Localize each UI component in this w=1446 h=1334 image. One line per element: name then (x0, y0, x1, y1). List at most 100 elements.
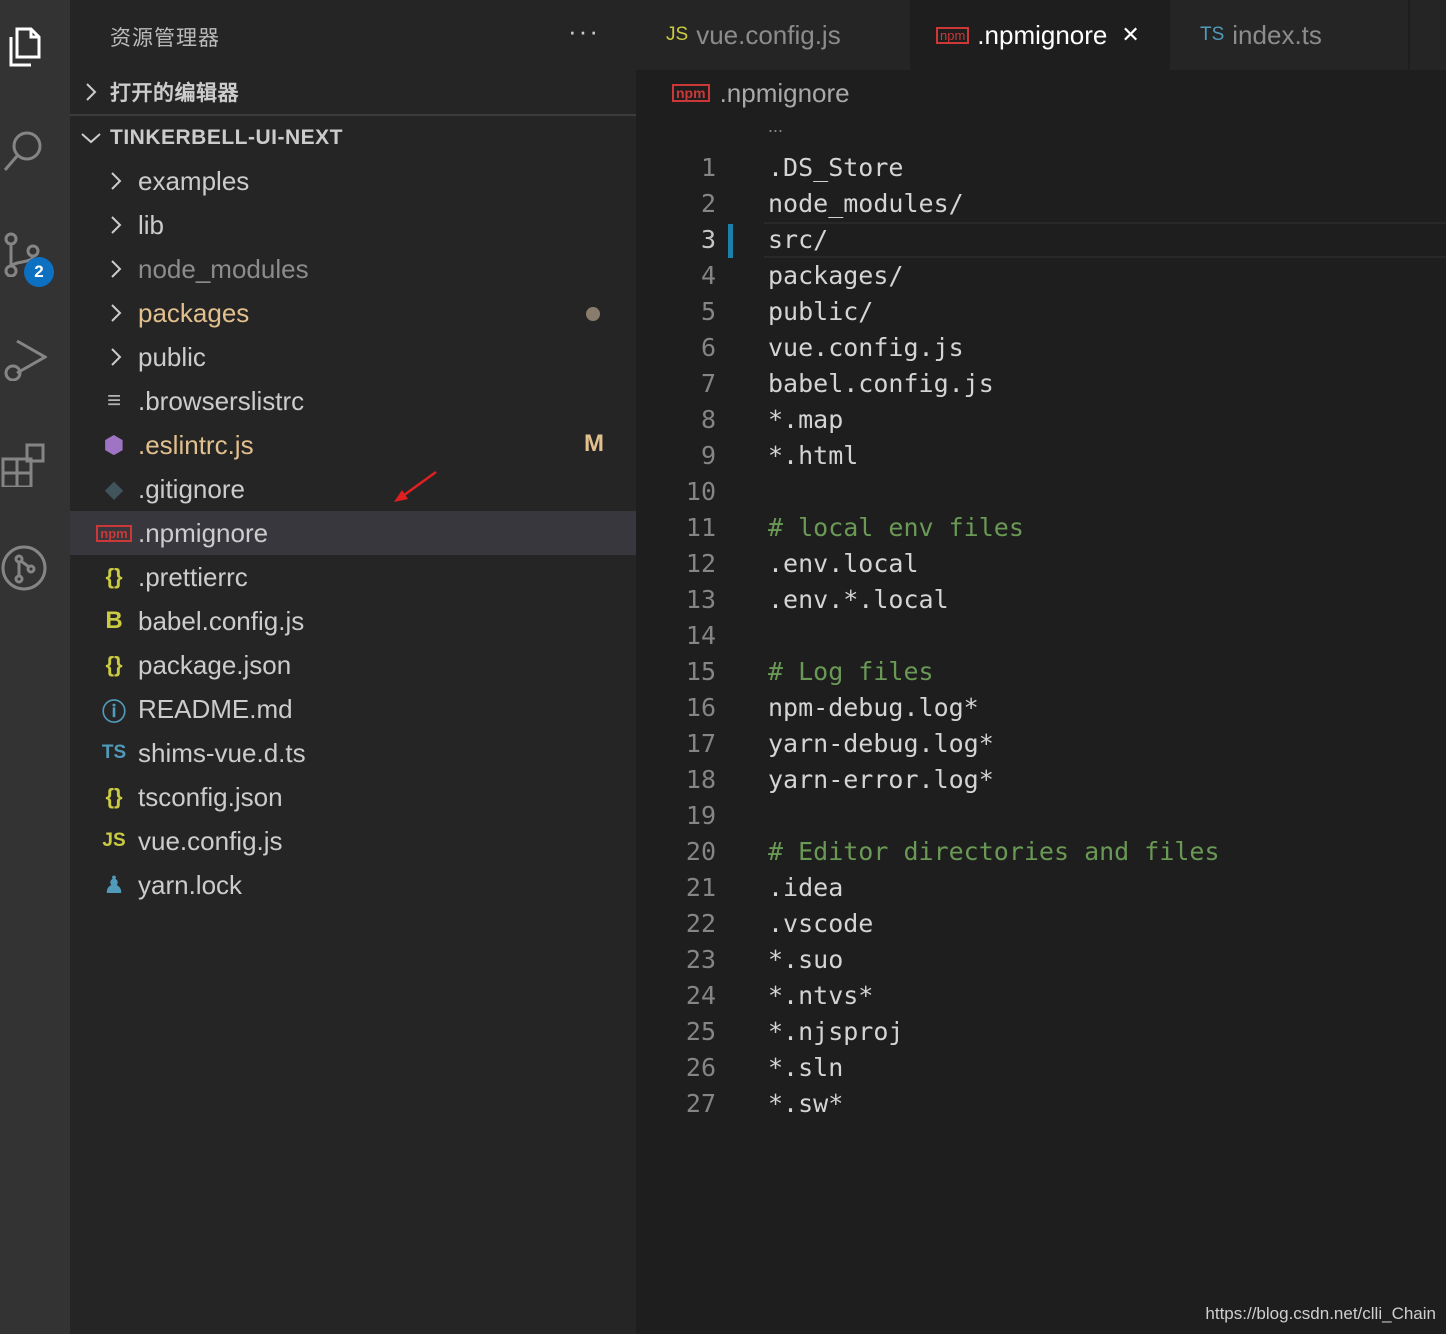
line-number: 22 (685, 909, 716, 938)
line-text: *.sw* (768, 1089, 844, 1118)
red-arrow-annotation (394, 470, 437, 502)
code-line[interactable]: 8 *.map (636, 402, 1446, 438)
line-text: vue.config.js (768, 333, 964, 362)
code-line[interactable]: 21 .idea (636, 870, 1446, 906)
code-line[interactable]: 2 node_modules/ (636, 186, 1446, 222)
breadcrumb[interactable]: npm .npmignore (636, 70, 1446, 116)
code-line[interactable]: 16 npm-debug.log* (636, 690, 1446, 726)
code-line[interactable]: 3 src/ (636, 222, 1446, 258)
code-line[interactable]: 24 *.ntvs* (636, 978, 1446, 1014)
folder-item[interactable]: lib (70, 203, 636, 247)
line-text: yarn-error.log* (768, 765, 994, 794)
file-item[interactable]: ◆ .gitignore (70, 467, 636, 511)
git-graph-icon[interactable] (0, 540, 48, 596)
code-line[interactable]: 7 babel.config.js (636, 366, 1446, 402)
file-item[interactable]: TS shims-vue.d.ts (70, 731, 636, 775)
line-number: 2 (700, 189, 716, 218)
more-actions-icon[interactable]: ··· (568, 16, 600, 47)
code-editor[interactable]: 1 .DS_Store 2 node_modules/3 src/4 packages/5… (636, 150, 1446, 1150)
code-line[interactable]: 20 # Editor directories and files (636, 834, 1446, 870)
file-tree: examples lib node_modules packages public ≡ .b… (70, 159, 636, 907)
file-name: babel.config.js (138, 606, 305, 636)
line-number: 20 (685, 837, 716, 866)
code-line[interactable]: 14 (636, 618, 1446, 654)
file-icon-wrap: ≡ (100, 387, 128, 415)
file-name: tsconfig.json (138, 782, 283, 812)
extensions-icon[interactable] (0, 436, 48, 492)
editor-tab[interactable]: TS index.ts (1170, 0, 1408, 70)
chevron-down-icon (81, 133, 101, 144)
line-text: # Log files (768, 657, 934, 686)
file-item[interactable]: JS vue.config.js (70, 819, 636, 863)
line-text: npm-debug.log* (768, 693, 979, 722)
file-name: package.json (138, 650, 292, 680)
file-icon-wrap: npm (96, 519, 132, 547)
project-title: TINKERBELL-UI-NEXT (110, 126, 343, 149)
code-line[interactable]: 19 (636, 798, 1446, 834)
code-line[interactable]: 1 .DS_Store (636, 150, 1446, 186)
file-type-icon: ≡ (106, 387, 121, 414)
code-line[interactable]: 23 *.suo (636, 942, 1446, 978)
file-name: lib (138, 210, 165, 240)
explorer-sidebar: 资源管理器 ··· 打开的编辑器 TINKERBELL-UI-NEXT exam… (70, 0, 636, 1334)
file-name: .prettierrc (138, 562, 248, 592)
folder-item[interactable]: node_modules (70, 247, 636, 291)
file-item[interactable]: npm .npmignore (70, 511, 636, 555)
run-debug-icon[interactable] (0, 330, 48, 386)
editor-tab[interactable]: JS vue.config.js (636, 0, 910, 70)
open-editors-title: 打开的编辑器 (110, 82, 239, 105)
explorer-title: 资源管理器 (110, 27, 220, 50)
files-icon[interactable] (0, 18, 48, 74)
file-name: .eslintrc.js (138, 430, 254, 460)
chevron-right-icon (111, 260, 122, 278)
project-section[interactable]: TINKERBELL-UI-NEXT (70, 116, 636, 160)
code-line[interactable]: 10 (636, 474, 1446, 510)
code-line[interactable]: 13 .env.*.local (636, 582, 1446, 618)
file-type-icon: JS (102, 830, 126, 851)
ts-icon: TS (1200, 24, 1225, 45)
folder-item[interactable]: examples (70, 159, 636, 203)
line-text: .idea (768, 873, 844, 902)
code-line[interactable]: 4 packages/ (636, 258, 1446, 294)
file-item[interactable]: {} tsconfig.json (70, 775, 636, 819)
open-editors-section[interactable]: 打开的编辑器 (70, 70, 636, 114)
breadcrumb-file[interactable]: .npmignore (720, 78, 850, 109)
chevron-right-icon (111, 304, 122, 322)
code-line[interactable]: 26 *.sln (636, 1050, 1446, 1086)
code-line[interactable]: 22 .vscode (636, 906, 1446, 942)
code-line[interactable]: 18 yarn-error.log* (636, 762, 1446, 798)
file-item[interactable]: ⬢ .eslintrc.js M (70, 423, 636, 467)
folder-item[interactable]: public (70, 335, 636, 379)
code-line[interactable]: 15 # Log files (636, 654, 1446, 690)
line-text: babel.config.js (768, 369, 994, 398)
file-item[interactable]: {} .prettierrc (70, 555, 636, 599)
code-line[interactable]: 17 yarn-debug.log* (636, 726, 1446, 762)
code-line[interactable]: 5 public/ (636, 294, 1446, 330)
code-line[interactable]: 9 *.html (636, 438, 1446, 474)
tab-label: .npmignore (977, 19, 1108, 50)
modified-dot (586, 307, 600, 321)
code-line[interactable]: 25 *.njsproj (636, 1014, 1446, 1050)
close-icon[interactable]: ✕ (1121, 22, 1139, 48)
activity-bar: 2 (0, 0, 70, 1334)
editor-tab[interactable]: npm .npmignore ✕ (910, 0, 1170, 70)
folder-item[interactable]: packages (70, 291, 636, 335)
file-item[interactable]: ⓘ README.md (70, 687, 636, 731)
line-number: 18 (685, 765, 716, 794)
code-line[interactable]: 27 *.sw* (636, 1086, 1446, 1122)
search-icon[interactable] (0, 122, 48, 178)
file-item[interactable]: Bbabel.config.js (70, 599, 636, 643)
file-item[interactable]: ≡ .browserslistrc (70, 379, 636, 423)
file-item[interactable]: {} package.json (70, 643, 636, 687)
code-line[interactable]: 12 .env.local (636, 546, 1446, 582)
code-line[interactable]: 6 vue.config.js (636, 330, 1446, 366)
file-name: node_modules (138, 254, 309, 284)
chevron-right-icon (86, 83, 97, 101)
file-item[interactable]: ♟ yarn.lock (70, 863, 636, 907)
file-icon-wrap: {} (100, 651, 128, 679)
file-icon-wrap: ◆ (100, 475, 128, 503)
line-number: 23 (685, 945, 716, 974)
breadcrumb-ellipsis: ... (768, 116, 784, 136)
line-text: .vscode (768, 909, 874, 938)
code-line[interactable]: 11 # local env files (636, 510, 1446, 546)
